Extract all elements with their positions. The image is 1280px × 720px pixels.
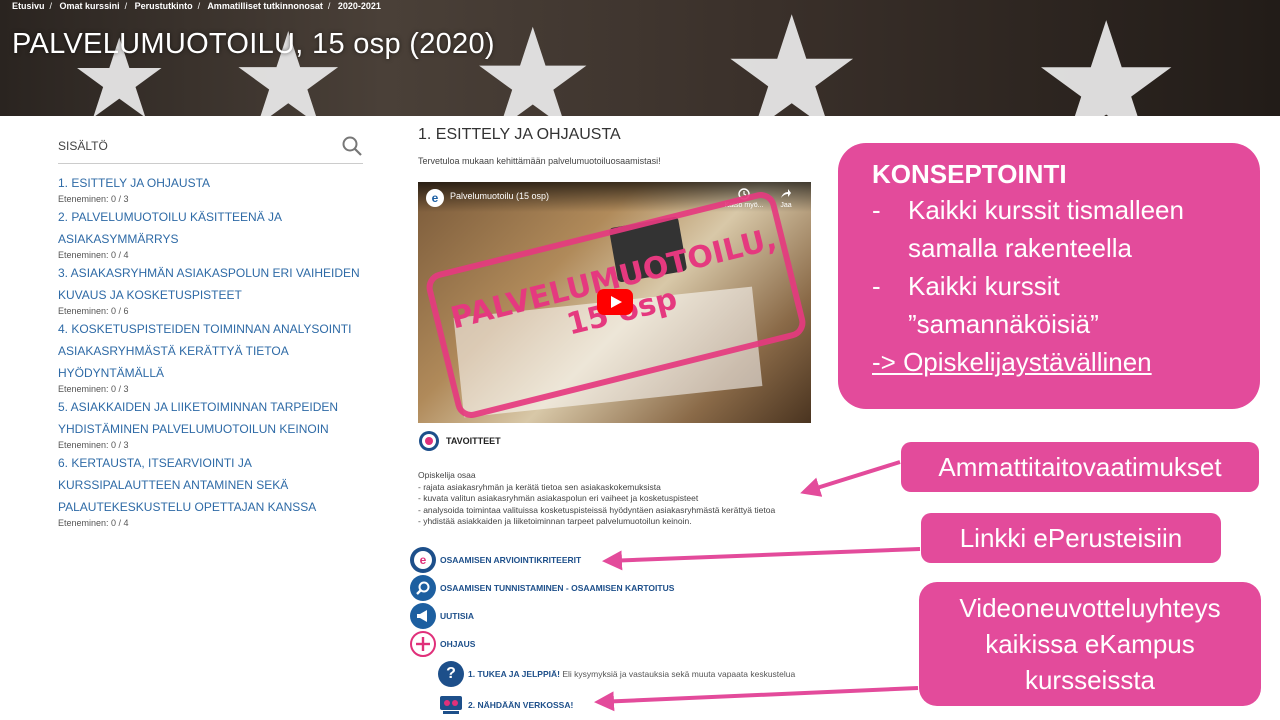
- toc-progress: Eteneminen: 0 / 3: [58, 440, 129, 450]
- breadcrumb: Etusivu / Omat kurssini / Perustutkinto / A…: [12, 1, 381, 11]
- activity-links: e OSAAMISEN ARVIOINTIKRITEERIT OSAAMISEN…: [410, 546, 850, 720]
- callout-conclusion: -> Opiskelijaystävällinen: [872, 347, 1152, 377]
- star-decoration: ★: [1030, 0, 1183, 116]
- callout-video-conference: Videoneuvotteluyhteys kaikissa eKampus k…: [919, 582, 1261, 706]
- link-support-forum[interactable]: ? 1. TUKEA JA JELPPIÄ! Eli kysymyksiä ja…: [410, 658, 850, 690]
- toc-link[interactable]: HYÖDYNTÄMÄLLÄ: [58, 362, 363, 384]
- toc-link[interactable]: ASIAKASRYHMÄSTÄ KERÄTTYÄ TIETOA: [58, 340, 363, 362]
- question-icon: ?: [438, 661, 464, 687]
- eperusteet-icon: e: [410, 547, 436, 573]
- link-guidance[interactable]: OHJAUS: [410, 630, 850, 658]
- goal-item: - analysoida toimintaa valituissa kosket…: [418, 504, 776, 515]
- intro-text: Tervetuloa mukaan kehittämään palvelumuo…: [418, 156, 661, 166]
- link-label: OSAAMISEN TUNNISTAMINEN - OSAAMISEN KART…: [440, 583, 675, 593]
- toc-link[interactable]: 2. PALVELUMUOTOILU KÄSITTEENÄ JA: [58, 206, 363, 228]
- callout-heading: KONSEPTOINTI: [872, 159, 1067, 189]
- sublink-label: 1. TUKEA JA JELPPIÄ!: [468, 669, 560, 679]
- toc-link[interactable]: 1. ESITTELY JA OHJAUSTA: [58, 172, 363, 194]
- sublink-text: 1. TUKEA JA JELPPIÄ! Eli kysymyksiä ja v…: [468, 669, 795, 679]
- callout-bullet: - Kaikki kurssit ”samannäköisiä”: [872, 267, 1240, 343]
- toc-link[interactable]: 5. ASIAKKAIDEN JA LIIKETOIMINNAN TARPEID…: [58, 396, 363, 418]
- share-icon: [781, 189, 791, 198]
- section-title: 1. ESITTELY JA OHJAUSTA: [418, 126, 621, 143]
- video-player[interactable]: e Palvelumuotoilu (15 osp) Katso myö... …: [418, 182, 811, 423]
- callout-bullet-text: Kaikki kurssit ”samannäköisiä”: [908, 271, 1099, 339]
- toc-progress: Eteneminen: 0 / 6: [58, 306, 129, 316]
- toc-item: 1. ESITTELY JA OHJAUSTA Eteneminen: 0 / 3: [58, 172, 363, 205]
- bullet-dash: -: [872, 195, 881, 225]
- toc-link[interactable]: YHDISTÄMINEN PALVELUMUOTOILUN KEINOIN: [58, 418, 363, 440]
- goal-item: - kuvata valitun asiakasryhmän asiakaspo…: [418, 493, 699, 503]
- toc-progress: Eteneminen: 0 / 3: [58, 384, 129, 394]
- link-competence-recognition[interactable]: OSAAMISEN TUNNISTAMINEN - OSAAMISEN KART…: [410, 574, 850, 602]
- link-label: UUTISIA: [440, 611, 474, 621]
- breadcrumb-my-courses[interactable]: Omat kurssini: [60, 1, 120, 11]
- megaphone-icon: [410, 603, 436, 629]
- callout-bullet: - Kaikki kurssit tismalleen samalla raken…: [872, 191, 1240, 267]
- toc-link[interactable]: 6. KERTAUSTA, ITSEARVIOINTI JA: [58, 452, 363, 474]
- toc-list: 1. ESITTELY JA OHJAUSTA Eteneminen: 0 / 3…: [58, 172, 363, 529]
- video-title[interactable]: Palvelumuotoilu (15 osp): [450, 191, 549, 201]
- goals-section: TAVOITTEET Opiskelija osaa - rajata asia…: [418, 430, 838, 528]
- sublink-label: 2. NÄHDÄÄN VERKOSSA!: [468, 700, 574, 710]
- target-icon: [419, 431, 439, 451]
- breadcrumb-modules[interactable]: Ammatilliset tutkinnonosat: [207, 1, 323, 11]
- callout-competence-requirements: Ammattitaitovaatimukset: [901, 442, 1259, 492]
- link-label: OHJAUS: [440, 639, 476, 649]
- channel-logo[interactable]: e: [426, 189, 444, 207]
- toc-progress: Eteneminen: 0 / 4: [58, 518, 129, 528]
- star-decoration: ★: [720, 0, 864, 116]
- goals-body: Opiskelija osaa - rajata asiakasryhmän j…: [418, 470, 838, 528]
- play-button[interactable]: [597, 289, 633, 315]
- toc-link[interactable]: PALAUTEKESKUSTELU OPETTAJAN KANSSA: [58, 496, 363, 518]
- goals-heading-row: TAVOITTEET: [418, 430, 838, 452]
- video-meeting-icon: [438, 692, 464, 718]
- callout-line: Videoneuvotteluyhteys: [959, 593, 1221, 623]
- course-banner: ★ ★ ★ ★ ★ Etusivu / Omat kurssini / Perust…: [0, 0, 1280, 116]
- toc-link[interactable]: ASIAKASYMMÄRRYS: [58, 228, 363, 250]
- callout-eperusteet-link: Linkki ePerusteisiin: [921, 513, 1221, 563]
- link-video-meeting[interactable]: 2. NÄHDÄÄN VERKOSSA!: [410, 690, 850, 720]
- toc-item: 4. KOSKETUSPISTEIDEN TOIMINNAN ANALYSOIN…: [58, 318, 363, 395]
- toc-link[interactable]: KUVAUS JA KOSKETUSPISTEET: [58, 284, 363, 306]
- toc-link[interactable]: 3. ASIAKASRYHMÄN ASIAKASPOLUN ERI VAIHEI…: [58, 262, 363, 284]
- main-content: 1. ESITTELY JA OHJAUSTA Tervetuloa mukaa…: [410, 124, 838, 718]
- sidebar-title: SISÄLTÖ: [58, 138, 108, 153]
- toc-item: 2. PALVELUMUOTOILU KÄSITTEENÄ JA ASIAKASY…: [58, 206, 363, 261]
- goals-heading: TAVOITTEET: [446, 436, 501, 446]
- magnifier-icon: [410, 575, 436, 601]
- callout-bullet-text: Kaikki kurssit tismalleen samalla rakent…: [908, 195, 1184, 263]
- bullet-dash: -: [872, 271, 881, 301]
- compass-icon: [410, 631, 436, 657]
- toc-link[interactable]: KURSSIPALAUTTEEN ANTAMINEN SEKÄ: [58, 474, 363, 496]
- link-label: OSAAMISEN ARVIOINTIKRITEERIT: [440, 555, 582, 565]
- link-news[interactable]: UUTISIA: [410, 602, 850, 630]
- breadcrumb-year[interactable]: 2020-2021: [338, 1, 381, 11]
- star-decoration: ★: [470, 1, 596, 117]
- course-contents-sidebar: SISÄLTÖ 1. ESITTELY JA OHJAUSTA Etenemine…: [58, 128, 363, 530]
- toc-progress: Eteneminen: 0 / 4: [58, 250, 129, 260]
- breadcrumb-home[interactable]: Etusivu: [12, 1, 45, 11]
- breadcrumb-degree[interactable]: Perustutkinto: [135, 1, 193, 11]
- page-title: PALVELUMUOTOILU, 15 osp (2020): [12, 28, 495, 60]
- callout-line: kursseissta: [1024, 665, 1156, 695]
- search-icon[interactable]: [341, 135, 363, 157]
- toc-link[interactable]: 4. KOSKETUSPISTEIDEN TOIMINNAN ANALYSOIN…: [58, 318, 363, 340]
- goal-item: - rajata asiakasryhmän ja kerätä tietoa …: [418, 481, 661, 492]
- link-assessment-criteria[interactable]: e OSAAMISEN ARVIOINTIKRITEERIT: [410, 546, 850, 574]
- sublink-desc: Eli kysymyksiä ja vastauksia sekä muuta …: [559, 669, 796, 679]
- callout-line: kaikissa eKampus: [985, 629, 1195, 659]
- goal-item: - yhdistää asiakkaiden ja liiketoiminnan…: [418, 516, 692, 526]
- goals-lead: Opiskelija osaa: [418, 470, 476, 480]
- toc-item: 3. ASIAKASRYHMÄN ASIAKASPOLUN ERI VAIHEI…: [58, 262, 363, 317]
- toc-item: 5. ASIAKKAIDEN JA LIIKETOIMINNAN TARPEID…: [58, 396, 363, 451]
- toc-progress: Eteneminen: 0 / 3: [58, 194, 129, 204]
- toc-item: 6. KERTAUSTA, ITSEARVIOINTI JA KURSSIPALA…: [58, 452, 363, 529]
- sidebar-header: SISÄLTÖ: [58, 128, 363, 164]
- callout-conceptualization: KONSEPTOINTI - Kaikki kurssit tismalleen …: [838, 143, 1260, 409]
